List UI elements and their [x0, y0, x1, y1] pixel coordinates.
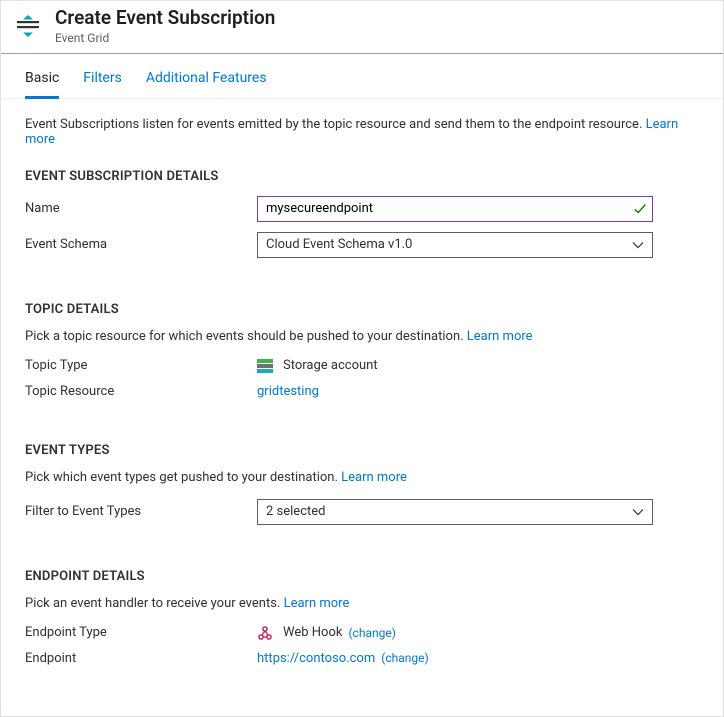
- intro-copy: Event Subscriptions listen for events em…: [25, 117, 646, 132]
- endpoint-value-link[interactable]: https://contoso.com: [257, 651, 375, 666]
- name-label: Name: [25, 201, 257, 216]
- webhook-icon: [257, 625, 273, 641]
- tab-additional-features[interactable]: Additional Features: [146, 60, 267, 99]
- event-types-help-text: Pick which event types get pushed to you…: [25, 470, 341, 485]
- section-event-types-title: EVENT TYPES: [25, 443, 699, 458]
- topic-type-label: Topic Type: [25, 358, 257, 373]
- topic-details-help-text: Pick a topic resource for which events s…: [25, 329, 467, 344]
- page-title: Create Event Subscription: [55, 7, 275, 30]
- topic-resource-label: Topic Resource: [25, 384, 257, 399]
- tabs: Basic Filters Additional Features: [1, 60, 723, 99]
- row-filter-event-types: Filter to Event Types 2 selected: [25, 499, 699, 525]
- name-input[interactable]: [257, 196, 653, 222]
- chevron-down-icon: [632, 506, 644, 518]
- create-event-subscription-pane: Create Event Subscription Event Grid Bas…: [0, 0, 724, 717]
- event-schema-value: Cloud Event Schema v1.0: [266, 237, 412, 252]
- endpoint-label: Endpoint: [25, 651, 257, 666]
- row-endpoint-type: Endpoint Type Web Hook (change): [25, 625, 699, 641]
- filter-event-types-select[interactable]: 2 selected: [257, 499, 653, 525]
- endpoint-details-help-text: Pick an event handler to receive your ev…: [25, 596, 284, 611]
- tab-filters[interactable]: Filters: [83, 60, 122, 99]
- row-endpoint: Endpoint https://contoso.com (change): [25, 651, 699, 666]
- tab-basic[interactable]: Basic: [25, 60, 59, 99]
- event-types-learn-more-link[interactable]: Learn more: [341, 470, 407, 485]
- filter-event-types-label: Filter to Event Types: [25, 504, 257, 519]
- endpoint-type-change-link[interactable]: (change): [348, 626, 395, 640]
- chevron-down-icon: [632, 239, 644, 251]
- endpoint-type-value: Web Hook: [283, 625, 342, 640]
- endpoint-details-learn-more-link[interactable]: Learn more: [284, 596, 350, 611]
- endpoint-details-help: Pick an event handler to receive your ev…: [25, 596, 699, 611]
- topic-type-value: Storage account: [283, 358, 378, 373]
- event-schema-label: Event Schema: [25, 237, 257, 252]
- page-subtitle: Event Grid: [55, 31, 275, 45]
- topic-resource-link[interactable]: gridtesting: [257, 384, 319, 399]
- pane-header: Create Event Subscription Event Grid: [1, 1, 723, 54]
- row-topic-resource: Topic Resource gridtesting: [25, 384, 699, 399]
- section-topic-details-title: TOPIC DETAILS: [25, 302, 699, 317]
- section-subscription-details-title: EVENT SUBSCRIPTION DETAILS: [25, 169, 699, 184]
- topic-details-learn-more-link[interactable]: Learn more: [467, 329, 533, 344]
- section-endpoint-details-title: ENDPOINT DETAILS: [25, 569, 699, 584]
- form-body: Event Subscriptions listen for events em…: [1, 99, 723, 716]
- row-name: Name: [25, 196, 699, 222]
- endpoint-change-link[interactable]: (change): [381, 651, 428, 665]
- endpoint-type-label: Endpoint Type: [25, 625, 257, 640]
- event-types-help: Pick which event types get pushed to you…: [25, 470, 699, 485]
- event-schema-select[interactable]: Cloud Event Schema v1.0: [257, 232, 653, 258]
- topic-details-help: Pick a topic resource for which events s…: [25, 329, 699, 344]
- filter-event-types-value: 2 selected: [266, 504, 325, 519]
- storage-account-icon: [257, 358, 273, 374]
- row-topic-type: Topic Type Storage account: [25, 358, 699, 374]
- row-event-schema: Event Schema Cloud Event Schema v1.0: [25, 232, 699, 258]
- intro-text: Event Subscriptions listen for events em…: [25, 117, 699, 147]
- event-grid-icon: [11, 9, 45, 43]
